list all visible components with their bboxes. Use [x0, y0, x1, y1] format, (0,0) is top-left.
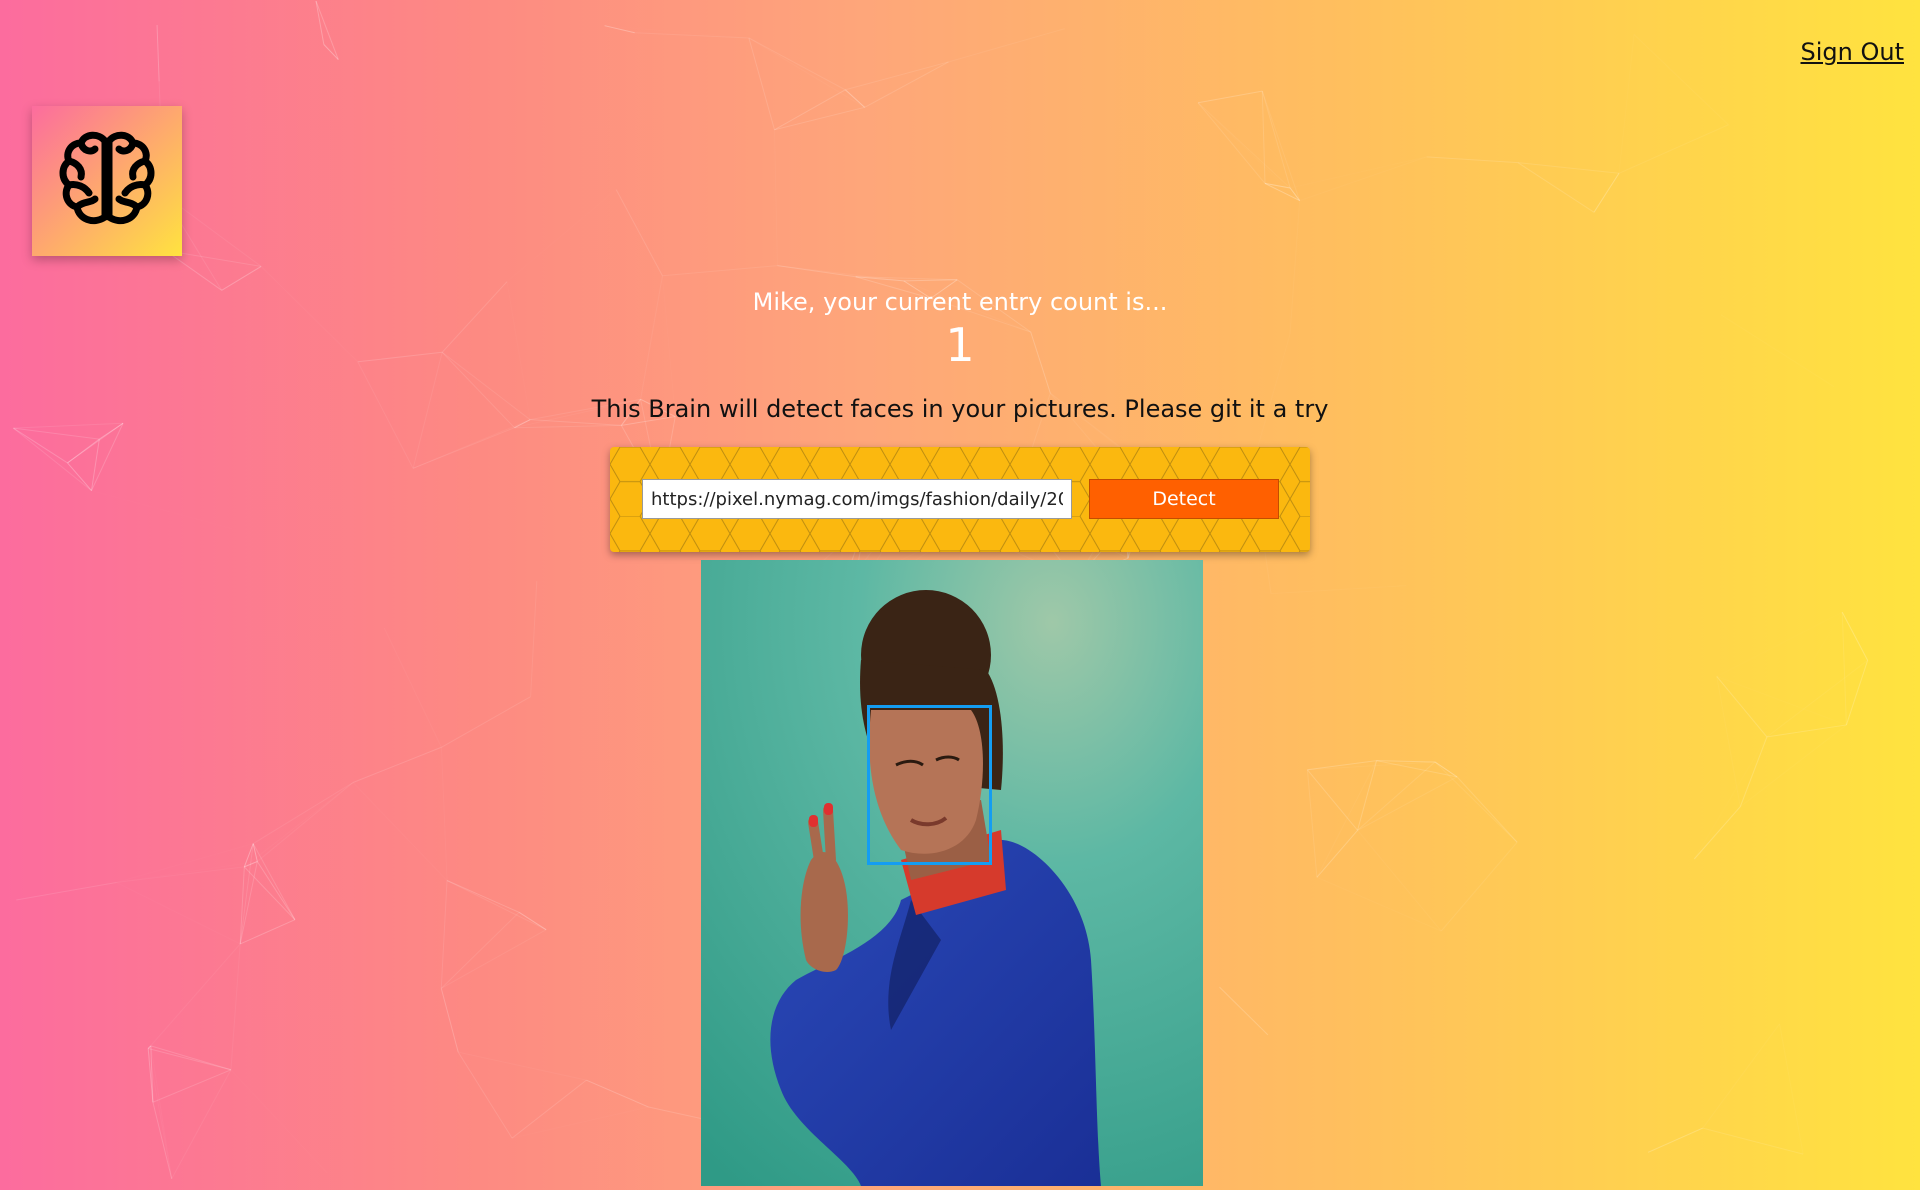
brain-icon — [59, 129, 155, 233]
image-url-form: Detect — [610, 447, 1310, 552]
image-url-input[interactable] — [642, 479, 1072, 519]
detect-button[interactable]: Detect — [1089, 479, 1279, 519]
entry-count: 1 — [945, 318, 975, 372]
rank-section: Mike, your current entry count is... 1 T… — [0, 288, 1920, 423]
sign-out-link[interactable]: Sign Out — [1801, 38, 1905, 66]
detected-face-image — [701, 560, 1203, 1186]
face-bounding-box — [867, 705, 992, 865]
app-description: This Brain will detect faces in your pic… — [591, 394, 1329, 423]
entry-greeting: Mike, your current entry count is... — [752, 288, 1168, 316]
logo — [32, 106, 182, 256]
